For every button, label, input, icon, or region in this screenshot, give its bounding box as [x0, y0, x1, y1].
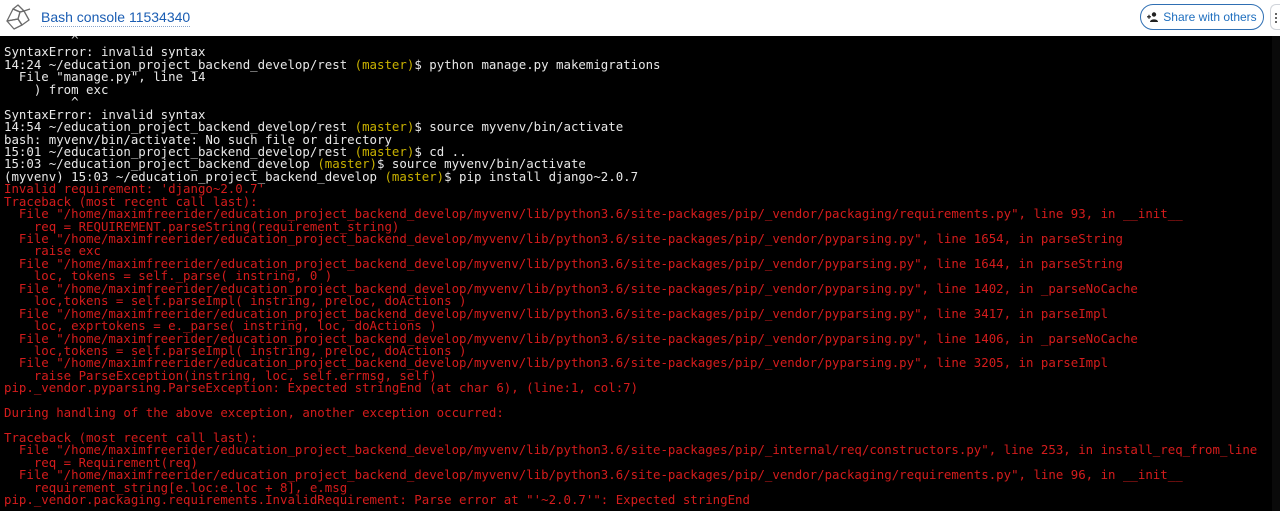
terminal-line: During handling of the above exception, … [4, 405, 504, 421]
more-vertical-icon-dot [1275, 17, 1277, 19]
console-header: Bash console 11534340 Share with others [0, 0, 1280, 36]
prompt-command: $ pip install django~2.0.7 [444, 168, 639, 184]
terminal-line: File "manage.py", line 14 [4, 69, 206, 85]
terminal-line: File "/home/maximfreerider/education_pro… [4, 231, 1123, 246]
terminal-line: ) from exc [4, 81, 109, 97]
share-with-others-button[interactable]: Share with others [1140, 4, 1264, 30]
terminal[interactable]: ^ SyntaxError: invalid syntax 14:24 ~/educ… [0, 36, 1280, 511]
terminal-line: pip._vendor.pyparsing.ParseException: Ex… [4, 380, 639, 396]
terminal-scrollbar[interactable] [1272, 36, 1280, 511]
person-add-icon [1147, 12, 1159, 22]
prompt-branch: (master) [384, 168, 445, 184]
more-vertical-icon-dot [1275, 21, 1277, 23]
share-with-others-label: Share with others [1163, 10, 1257, 24]
more-vertical-icon [1275, 13, 1277, 15]
console-title[interactable]: Bash console 11534340 [41, 9, 191, 27]
prompt-command: $ python manage.py makemigrations [414, 56, 661, 72]
prompt-command: $ source myvenv/bin/activate [414, 119, 624, 135]
pythonanywhere-logo-icon[interactable] [4, 3, 32, 31]
prompt-branch: (master) [354, 56, 415, 72]
terminal-output: ^ SyntaxError: invalid syntax 14:24 ~/educ… [4, 36, 1257, 507]
more-options-button[interactable] [1270, 4, 1280, 30]
terminal-line: pip._vendor.packaging.requirements.Inval… [4, 492, 750, 508]
